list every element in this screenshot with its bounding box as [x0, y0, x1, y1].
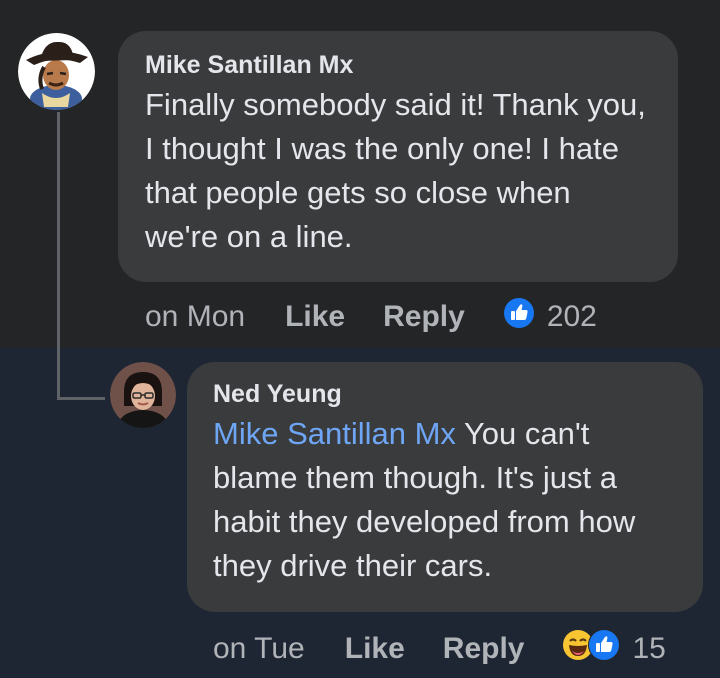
- avatar[interactable]: [110, 362, 176, 428]
- comment-author[interactable]: Mike Santillan Mx: [145, 49, 652, 81]
- reactions-summary[interactable]: [562, 629, 621, 669]
- like-button[interactable]: Like: [285, 300, 345, 334]
- comment-timestamp[interactable]: on Mon: [145, 300, 245, 334]
- reply-text: Mike Santillan Mx You can't blame them t…: [213, 412, 681, 588]
- like-button[interactable]: Like: [345, 632, 405, 666]
- reaction-count: 15: [632, 632, 666, 665]
- comment-actions: on Mon Like Reply 202: [145, 297, 597, 337]
- reactions-summary[interactable]: [503, 297, 535, 337]
- reply-bubble: Ned Yeung Mike Santillan Mx You can't bl…: [187, 362, 703, 612]
- thread-connector-line: [57, 112, 60, 400]
- reply-actions: on Tue Like Reply 15: [213, 629, 666, 669]
- like-icon: [503, 297, 535, 337]
- reply-button[interactable]: Reply: [383, 300, 465, 334]
- mention-link[interactable]: Mike Santillan Mx: [213, 416, 456, 451]
- reply-button[interactable]: Reply: [443, 632, 525, 666]
- comment-text: Finally somebody said it! Thank you, I t…: [145, 87, 646, 254]
- like-icon: [588, 629, 621, 669]
- reply-author[interactable]: Ned Yeung: [213, 378, 681, 410]
- reply-timestamp[interactable]: on Tue: [213, 632, 305, 666]
- avatar[interactable]: [18, 33, 95, 110]
- comment-bubble: Mike Santillan Mx Finally somebody said …: [118, 31, 678, 282]
- thread-connector-elbow: [57, 397, 105, 400]
- reaction-count: 202: [546, 300, 597, 333]
